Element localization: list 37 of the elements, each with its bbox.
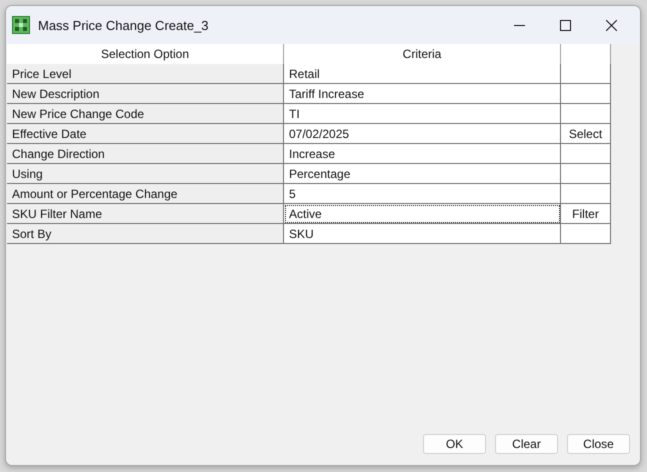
window-title: Mass Price Change Create_3 <box>38 18 210 32</box>
table-cell <box>561 104 611 124</box>
table-cell: New Description <box>7 84 284 104</box>
table-cell <box>561 224 611 244</box>
maximize-icon <box>560 20 570 30</box>
dialog-button[interactable]: OK <box>423 434 486 454</box>
table-cell: Change Direction <box>7 144 284 164</box>
table-cell[interactable]: 07/02/2025 <box>284 124 561 144</box>
table-cell[interactable]: TI <box>284 104 561 124</box>
table-cell[interactable]: 5 <box>284 184 561 204</box>
table-cell <box>561 184 611 204</box>
table-cell[interactable]: Increase <box>284 144 561 164</box>
table-cell: Sort By <box>7 224 284 244</box>
table-cell: SKU Filter Name <box>7 204 284 224</box>
table-cell: New Price Change Code <box>7 104 284 124</box>
column-header <box>561 44 611 64</box>
close-icon <box>606 20 616 30</box>
table-cell[interactable]: SKU <box>284 224 561 244</box>
table-cell[interactable]: Active <box>284 204 561 224</box>
table-cell[interactable]: Tariff Increase <box>284 84 561 104</box>
table-cell <box>561 144 611 164</box>
table-cell: Effective Date <box>7 124 284 144</box>
table-button[interactable]: Filter <box>561 204 611 224</box>
table-cell <box>561 84 611 104</box>
table-cell: Using <box>7 164 284 184</box>
table-cell[interactable]: Percentage <box>284 164 561 184</box>
dialog-button[interactable]: Clear <box>495 434 558 454</box>
table-cell <box>561 64 611 84</box>
table-cell: Amount or Percentage Change <box>7 184 284 204</box>
table-cell: Price Level <box>7 64 284 84</box>
column-header[interactable]: Criteria <box>284 44 561 64</box>
table-cell <box>561 164 611 184</box>
dialog-button[interactable]: Close <box>567 434 630 454</box>
table-button[interactable]: Select <box>561 124 611 144</box>
table-cell[interactable]: Retail <box>284 64 561 84</box>
column-header[interactable]: Selection Option <box>7 44 284 64</box>
app-icon <box>12 16 30 34</box>
